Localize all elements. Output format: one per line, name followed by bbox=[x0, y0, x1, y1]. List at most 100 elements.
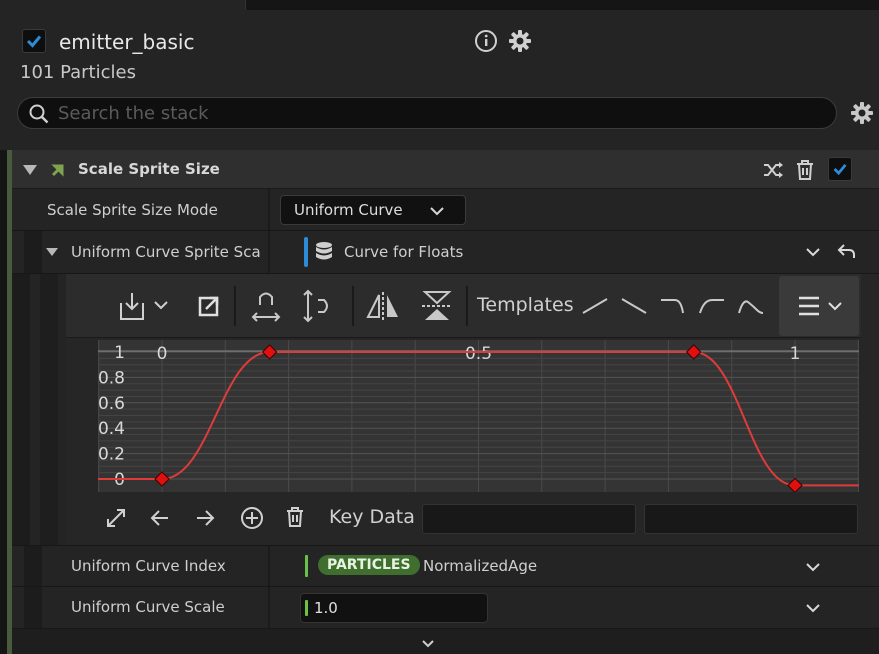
external-link-icon bbox=[198, 296, 219, 317]
search-icon bbox=[28, 103, 50, 125]
emitter-enabled-checkbox[interactable] bbox=[22, 29, 46, 53]
chevron-down-icon[interactable] bbox=[805, 602, 821, 614]
magnet-horizontal-icon bbox=[251, 292, 281, 322]
particle-count: 101 Particles bbox=[20, 62, 136, 83]
info-icon[interactable] bbox=[474, 29, 498, 53]
hamburger-menu-icon bbox=[799, 296, 842, 316]
template-ease-out-button[interactable] bbox=[658, 274, 688, 338]
linear-up-icon bbox=[582, 298, 608, 314]
template-ease-in-button[interactable] bbox=[697, 274, 727, 338]
emitter-name: emitter_basic bbox=[59, 30, 195, 54]
stack-footer bbox=[12, 629, 879, 654]
chevron-down-icon[interactable] bbox=[805, 246, 821, 258]
mode-dropdown-value: Uniform Curve bbox=[294, 201, 403, 219]
column-splitter[interactable] bbox=[268, 587, 270, 628]
property-row-mode: Scale Sprite Size Mode Uniform Curve bbox=[12, 189, 879, 231]
collapse-triangle-icon[interactable] bbox=[22, 162, 38, 178]
scale-value-field[interactable]: 1.0 bbox=[300, 593, 488, 623]
toolbar-separator bbox=[352, 286, 354, 326]
emitter-settings-gear-icon[interactable] bbox=[508, 29, 532, 53]
stack-search bbox=[17, 97, 837, 129]
flip-horizontal-button[interactable] bbox=[366, 274, 400, 338]
x-tick-label: 0.5 bbox=[465, 344, 492, 364]
y-tick-label: 0.2 bbox=[98, 445, 125, 465]
curve-options-menu-button[interactable] bbox=[779, 276, 859, 336]
trash-icon[interactable] bbox=[794, 158, 816, 182]
module-arrow-icon bbox=[50, 162, 66, 178]
linear-down-icon bbox=[621, 298, 647, 314]
next-key-icon[interactable] bbox=[193, 506, 217, 530]
chevron-down-icon[interactable] bbox=[805, 561, 821, 573]
flip-vertical-icon bbox=[422, 291, 452, 320]
property-row-curve: Uniform Curve Sprite Scale Curve for Flo… bbox=[12, 231, 879, 274]
expand-chevron-icon[interactable] bbox=[421, 639, 435, 649]
curve-graph-svg[interactable]: 10.80.60.40.200 0.5 1 bbox=[98, 340, 859, 492]
fit-view-icon[interactable] bbox=[104, 506, 128, 530]
column-splitter[interactable] bbox=[268, 546, 270, 586]
snap-time-button[interactable] bbox=[302, 274, 332, 338]
open-external-button[interactable] bbox=[194, 274, 224, 338]
reset-arrow-icon[interactable] bbox=[836, 241, 858, 263]
toolbar-separator bbox=[466, 286, 468, 326]
top-tab-strip bbox=[0, 0, 879, 10]
type-color-bar bbox=[305, 555, 308, 577]
scale-value: 1.0 bbox=[314, 599, 338, 617]
key-data-label: Key Data bbox=[329, 506, 415, 528]
checkmark-icon bbox=[26, 35, 42, 48]
indent-area bbox=[12, 274, 66, 546]
index-value: NormalizedAge bbox=[423, 557, 538, 575]
stack-settings-gear-icon[interactable] bbox=[850, 101, 874, 125]
indent-guide bbox=[24, 587, 42, 628]
flip-vertical-button[interactable] bbox=[420, 274, 454, 338]
magnet-vertical-icon bbox=[303, 289, 328, 323]
previous-key-icon[interactable] bbox=[148, 506, 172, 530]
templates-label: Templates bbox=[477, 294, 574, 316]
key-time-field[interactable] bbox=[422, 504, 636, 534]
stack-tab[interactable] bbox=[0, 0, 246, 10]
type-color-bar bbox=[305, 600, 308, 616]
template-linear-up-button[interactable] bbox=[580, 274, 610, 338]
property-label-curve: Uniform Curve Sprite Scale bbox=[71, 243, 261, 261]
template-smooth-button[interactable] bbox=[736, 274, 766, 338]
indent-guide bbox=[24, 231, 42, 273]
curve-key-bar: Key Data bbox=[66, 494, 879, 544]
shuffle-icon[interactable] bbox=[762, 159, 784, 181]
x-tick-label: 1 bbox=[790, 344, 801, 364]
import-dropdown-button[interactable] bbox=[112, 274, 174, 338]
namespace-badge: PARTICLES bbox=[318, 555, 420, 575]
y-tick-label: 0.4 bbox=[98, 419, 125, 439]
curve-key-point bbox=[261, 344, 278, 360]
property-label-mode: Scale Sprite Size Mode bbox=[47, 201, 218, 219]
x-tick-label: 0 bbox=[157, 344, 168, 364]
key-value-field[interactable] bbox=[644, 504, 858, 534]
search-input[interactable] bbox=[58, 101, 818, 125]
curve-key-point bbox=[154, 471, 170, 487]
delete-key-icon[interactable] bbox=[284, 505, 306, 529]
template-linear-down-button[interactable] bbox=[619, 274, 649, 338]
curve-graph[interactable]: 1 0.8 0.6 0.4 0.2 0 0 0.5 1 bbox=[98, 340, 859, 492]
column-splitter[interactable] bbox=[268, 231, 270, 273]
module-enabled-checkbox[interactable] bbox=[828, 157, 852, 181]
module-header[interactable]: Scale Sprite Size bbox=[12, 150, 879, 189]
curve-asset-name: Curve for Floats bbox=[344, 243, 464, 261]
add-key-icon[interactable] bbox=[240, 506, 264, 530]
snap-value-button[interactable] bbox=[251, 274, 281, 338]
curve-asset-icon bbox=[312, 240, 336, 264]
curve-key-point bbox=[685, 344, 702, 360]
smooth-step-icon bbox=[738, 300, 764, 314]
y-tick-label: 0.6 bbox=[98, 394, 125, 414]
mode-dropdown[interactable]: Uniform Curve bbox=[280, 195, 466, 225]
property-row-scale: Uniform Curve Scale 1.0 bbox=[12, 587, 879, 629]
curve-key-point bbox=[787, 477, 803, 492]
property-row-index: Uniform Curve Index PARTICLES Normalized… bbox=[12, 545, 879, 587]
curve-toolbar: Templates bbox=[66, 274, 861, 338]
chevron-down-icon bbox=[430, 207, 444, 216]
property-label-index: Uniform Curve Index bbox=[71, 557, 226, 575]
indent-guide bbox=[24, 546, 42, 586]
column-splitter[interactable] bbox=[268, 189, 270, 230]
type-color-bar bbox=[304, 237, 308, 267]
y-tick-label: 1 bbox=[114, 343, 125, 363]
property-label-scale: Uniform Curve Scale bbox=[71, 598, 225, 616]
ease-out-icon bbox=[661, 299, 684, 314]
collapse-triangle-icon[interactable] bbox=[45, 246, 59, 258]
